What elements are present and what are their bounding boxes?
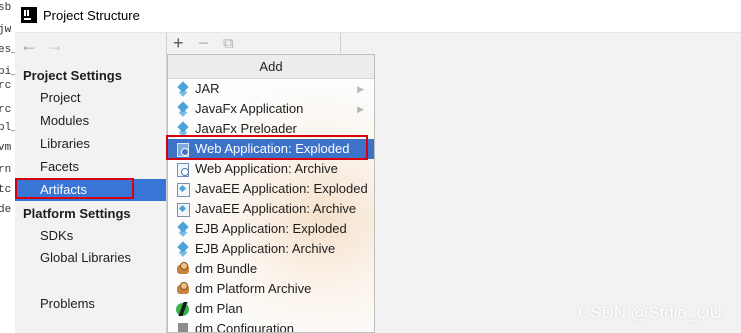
- menu-item-dm-platform-archive[interactable]: dm Platform Archive: [168, 279, 374, 299]
- bg-text: es_: [0, 44, 15, 56]
- menu-item-label: JavaEE Application: Exploded: [195, 181, 368, 196]
- platform-settings-header: Platform Settings: [23, 206, 131, 221]
- submenu-arrow-icon: ▶: [357, 84, 364, 94]
- menu-item-label: dm Plan: [195, 301, 243, 316]
- sidebar-item-label: Project: [40, 90, 81, 105]
- menu-item-dm-bundle[interactable]: dm Bundle: [168, 259, 374, 279]
- add-artifact-popup: Add JAR ▶ JavaFx Application ▶ JavaFx Pr…: [167, 54, 375, 333]
- javaee-icon: [176, 182, 190, 197]
- bg-text: pi_s: [0, 66, 15, 78]
- menu-item-ejb-application-archive[interactable]: EJB Application: Archive: [168, 239, 374, 259]
- menu-item-ejb-application-exploded[interactable]: EJB Application: Exploded: [168, 219, 374, 239]
- menu-item-label: dm Bundle: [195, 261, 258, 276]
- remove-icon[interactable]: −: [198, 33, 209, 54]
- javaee-icon: [176, 202, 190, 217]
- annotation-highlight-box: [15, 178, 134, 199]
- menu-item-label: dm Configuration: [195, 321, 294, 333]
- intellij-logo-icon: [21, 7, 37, 23]
- window-title: Project Structure: [43, 8, 140, 23]
- menu-item-label: JavaFx Application: [195, 101, 304, 116]
- menu-item-label: dm Platform Archive: [195, 281, 312, 296]
- menu-item-label: EJB Application: Exploded: [195, 221, 347, 236]
- bg-text: de: [0, 204, 12, 216]
- watermark: CSDN @Stdio_QU: [578, 303, 722, 322]
- menu-item-web-application-archive[interactable]: Web Application: Archive: [168, 159, 374, 179]
- sidebar-item-label: Problems: [40, 296, 95, 311]
- bg-text: tc: [0, 184, 12, 196]
- sidebar-item-label: Modules: [40, 113, 90, 128]
- add-icon[interactable]: +: [173, 33, 184, 54]
- sidebar-item-label: Facets: [40, 159, 80, 174]
- bg-text: sb: [0, 2, 12, 14]
- menu-item-label: JavaEE Application: Archive: [195, 201, 357, 216]
- menu-item-dm-plan[interactable]: dm Plan: [168, 299, 374, 319]
- sidebar-item-problems[interactable]: Problems: [15, 293, 166, 315]
- jar-icon: [176, 82, 190, 96]
- background-window-strip: sb jw es_ pi_s rc rc pl_ vm rn tc de: [0, 0, 16, 333]
- submenu-arrow-icon: ▶: [357, 104, 364, 114]
- menu-item-javaee-application-archive[interactable]: JavaEE Application: Archive: [168, 199, 374, 219]
- sidebar-item-modules[interactable]: Modules: [15, 110, 166, 132]
- menu-item-label: EJB Application: Archive: [195, 241, 336, 256]
- forward-arrow-icon[interactable]: →: [46, 35, 64, 56]
- sidebar-item-sdks[interactable]: SDKs: [15, 225, 166, 247]
- project-settings-header: Project Settings: [23, 68, 122, 83]
- ejb-icon: [176, 242, 190, 256]
- web-app-icon: [176, 162, 190, 177]
- dm-config-icon: [176, 322, 190, 332]
- bg-text: pl_: [0, 122, 15, 134]
- sidebar-item-facets[interactable]: Facets: [15, 156, 166, 178]
- bg-text: rc: [0, 104, 12, 116]
- dm-plan-icon: [176, 302, 190, 316]
- popup-title: Add: [168, 55, 374, 79]
- sidebar-item-label: Libraries: [40, 136, 90, 151]
- javafx-icon: [176, 102, 190, 116]
- menu-item-javaee-application-exploded[interactable]: JavaEE Application: Exploded: [168, 179, 374, 199]
- dm-platform-icon: [176, 282, 190, 296]
- menu-item-javafx-application[interactable]: JavaFx Application ▶: [168, 99, 374, 119]
- bg-text: vm: [0, 142, 12, 154]
- menu-item-label: Web Application: Archive: [195, 161, 338, 176]
- bg-text: rn: [0, 164, 12, 176]
- javafx-icon: [176, 122, 190, 136]
- bg-text: rc: [0, 80, 12, 92]
- sidebar-item-project[interactable]: Project: [15, 87, 166, 109]
- dm-bundle-icon: [176, 262, 190, 276]
- title-bar: Project Structure: [15, 0, 741, 33]
- back-arrow-icon[interactable]: ←: [20, 35, 38, 56]
- annotation-highlight-box: [166, 135, 368, 160]
- ejb-icon: [176, 222, 190, 236]
- menu-item-label: JAR: [195, 81, 220, 96]
- sidebar-item-global-libraries[interactable]: Global Libraries: [15, 247, 166, 269]
- sidebar-item-libraries[interactable]: Libraries: [15, 133, 166, 155]
- bg-text: jw: [0, 24, 12, 36]
- sidebar-item-label: Global Libraries: [40, 250, 132, 265]
- copy-icon[interactable]: ⧉: [223, 35, 234, 52]
- menu-item-dm-configuration[interactable]: dm Configuration: [168, 319, 374, 333]
- menu-item-jar[interactable]: JAR ▶: [168, 79, 374, 99]
- sidebar-item-label: SDKs: [40, 228, 74, 243]
- toolbar-divider: [340, 33, 341, 53]
